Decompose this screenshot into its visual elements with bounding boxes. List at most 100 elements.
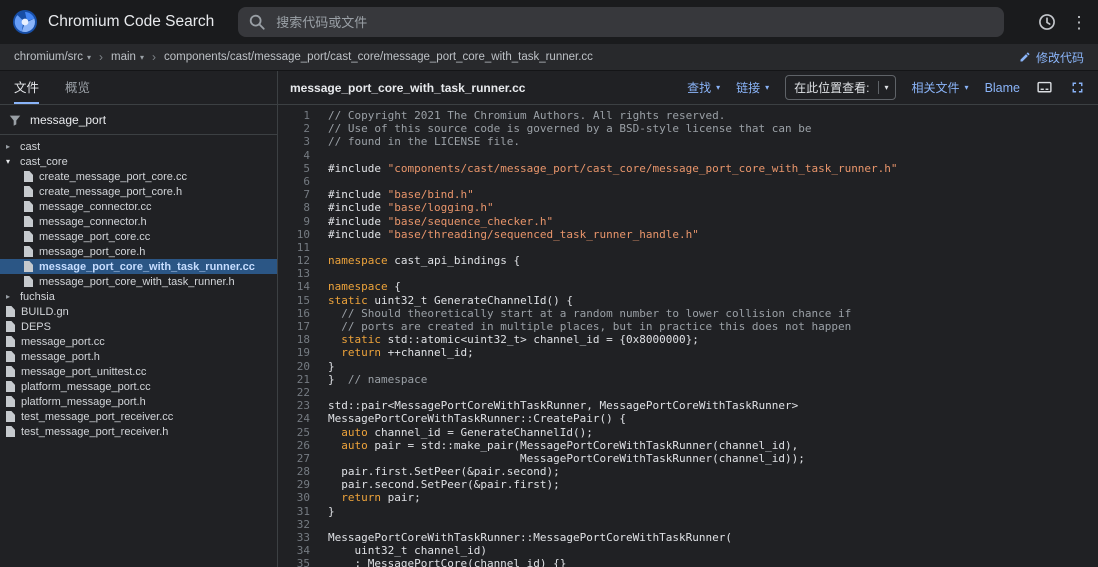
tree-file-create_message_port_core.cc[interactable]: create_message_port_core.cc (0, 169, 277, 184)
blame-button[interactable]: Blame (985, 81, 1020, 95)
line-number[interactable]: 20 (278, 360, 310, 373)
line-number[interactable]: 29 (278, 478, 310, 491)
line-number[interactable]: 5 (278, 162, 310, 175)
line-number[interactable]: 22 (278, 386, 310, 399)
tree-item-label: message_connector.cc (39, 200, 152, 213)
tree-folder-cast_core[interactable]: ▾ cast_core (0, 154, 277, 169)
line-number[interactable]: 23 (278, 399, 310, 412)
line-number[interactable]: 12 (278, 254, 310, 267)
view-in-select[interactable]: 在此位置查看: ▾ (785, 75, 896, 100)
line-number[interactable]: 13 (278, 267, 310, 280)
line-number[interactable]: 21 (278, 373, 310, 386)
code-line: auto pair = std::make_pair(MessagePortCo… (328, 439, 1098, 452)
line-number[interactable]: 4 (278, 149, 310, 162)
line-number[interactable]: 18 (278, 333, 310, 346)
tree-file-test_message_port_receiver.h[interactable]: test_message_port_receiver.h (0, 424, 277, 439)
tree-file-message_port_core_with_task_runner.h[interactable]: message_port_core_with_task_runner.h (0, 274, 277, 289)
line-number[interactable]: 31 (278, 505, 310, 518)
tree-item-label: DEPS (21, 320, 51, 333)
tree-file-message_port.cc[interactable]: message_port.cc (0, 334, 277, 349)
line-number[interactable]: 14 (278, 280, 310, 293)
search-input[interactable] (274, 13, 994, 31)
tree-file-BUILD.gn[interactable]: BUILD.gn (0, 304, 277, 319)
line-number[interactable]: 34 (278, 544, 310, 557)
breadcrumb-separator-icon: › (151, 50, 156, 64)
file-icon (6, 381, 15, 392)
line-number[interactable]: 2 (278, 122, 310, 135)
tab-overview[interactable]: 概览 (65, 71, 90, 104)
line-number[interactable]: 25 (278, 426, 310, 439)
line-number[interactable]: 32 (278, 518, 310, 531)
tree-item-label: create_message_port_core.h (39, 185, 183, 198)
clock-icon[interactable] (1036, 11, 1058, 33)
tab-files[interactable]: 文件 (14, 71, 40, 104)
line-number[interactable]: 9 (278, 215, 310, 228)
code-token: pair.second.SetPeer(&pair.first); (328, 478, 560, 492)
branch-selector[interactable]: main ▾ (111, 51, 144, 63)
links-button-label: 链接 (736, 81, 761, 95)
repo-selector[interactable]: chromium/src ▾ (14, 51, 91, 63)
code-token: #include (328, 188, 388, 202)
line-number[interactable]: 19 (278, 346, 310, 359)
tree-item-label: platform_message_port.cc (21, 380, 151, 393)
code-line: auto channel_id = GenerateChannelId(); (328, 426, 1098, 439)
tree-item-label: message_port_core.h (39, 245, 146, 258)
tree-file-message_port_unittest.cc[interactable]: message_port_unittest.cc (0, 364, 277, 379)
find-button[interactable]: 查找 ▾ (687, 79, 720, 96)
file-icon (6, 321, 15, 332)
line-number[interactable]: 33 (278, 531, 310, 544)
code-line: static std::atomic<uint32_t> channel_id … (328, 333, 1098, 346)
line-number[interactable]: 24 (278, 412, 310, 425)
tree-file-message_connector.cc[interactable]: message_connector.cc (0, 199, 277, 214)
search-bar[interactable] (238, 7, 1004, 37)
tree-folder-cast[interactable]: ▸ cast (0, 139, 277, 154)
file-title: message_port_core_with_task_runner.cc (290, 80, 526, 95)
line-number[interactable]: 6 (278, 175, 310, 188)
tree-file-message_port_core.cc[interactable]: message_port_core.cc (0, 229, 277, 244)
links-button[interactable]: 链接 ▾ (736, 79, 769, 96)
line-number[interactable]: 28 (278, 465, 310, 478)
line-number[interactable]: 30 (278, 491, 310, 504)
line-number[interactable]: 17 (278, 320, 310, 333)
line-number[interactable]: 27 (278, 452, 310, 465)
line-number[interactable]: 1 (278, 109, 310, 122)
tree-file-message_port_core_with_task_runner.cc[interactable]: message_port_core_with_task_runner.cc (0, 259, 277, 274)
code-line: return pair; (328, 491, 1098, 504)
file-filter[interactable] (0, 105, 277, 135)
line-number[interactable]: 16 (278, 307, 310, 320)
chevron-down-icon[interactable]: ▾ (6, 157, 20, 166)
kebab-menu-icon[interactable]: ⋮ (1071, 11, 1088, 33)
code-line: // found in the LICENSE file. (328, 135, 1098, 148)
chevron-right-icon[interactable]: ▸ (6, 292, 20, 301)
tree-file-platform_message_port.h[interactable]: platform_message_port.h (0, 394, 277, 409)
line-number[interactable]: 8 (278, 201, 310, 214)
code-line: #include "components/cast/message_port/c… (328, 162, 1098, 175)
fullscreen-icon[interactable] (1069, 79, 1086, 96)
tree-file-message_port.h[interactable]: message_port.h (0, 349, 277, 364)
tree-item-label: BUILD.gn (21, 305, 69, 318)
chevron-right-icon[interactable]: ▸ (6, 142, 20, 151)
related-files-button[interactable]: 相关文件 ▾ (912, 79, 969, 96)
line-number[interactable]: 15 (278, 294, 310, 307)
editor-icon[interactable] (1036, 79, 1053, 96)
line-number[interactable]: 35 (278, 557, 310, 567)
tree-file-platform_message_port.cc[interactable]: platform_message_port.cc (0, 379, 277, 394)
line-number[interactable]: 3 (278, 135, 310, 148)
tree-file-test_message_port_receiver.cc[interactable]: test_message_port_receiver.cc (0, 409, 277, 424)
file-filter-input[interactable] (28, 111, 269, 128)
line-number[interactable]: 10 (278, 228, 310, 241)
tree-file-DEPS[interactable]: DEPS (0, 319, 277, 334)
chromium-codesearch-logo[interactable] (12, 9, 38, 35)
find-button-label: 查找 (687, 81, 712, 95)
edit-code-button[interactable]: 修改代码 (1003, 49, 1084, 66)
tree-file-message_connector.h[interactable]: message_connector.h (0, 214, 277, 229)
line-number[interactable]: 26 (278, 439, 310, 452)
tree-folder-fuchsia[interactable]: ▸ fuchsia (0, 289, 277, 304)
code-token: #include (328, 227, 388, 241)
line-number[interactable]: 11 (278, 241, 310, 254)
tree-file-message_port_core.h[interactable]: message_port_core.h (0, 244, 277, 259)
line-number[interactable]: 7 (278, 188, 310, 201)
tree-file-create_message_port_core.h[interactable]: create_message_port_core.h (0, 184, 277, 199)
